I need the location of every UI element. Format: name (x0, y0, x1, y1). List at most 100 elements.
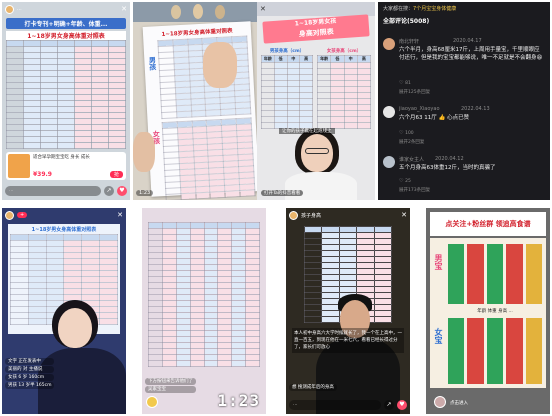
live-tile-bar-chart-poster[interactable]: 点关注+粉丝群 领追高食谱 男宝 女宝 年龄 体重 身高 ... 点击进入 (426, 208, 550, 414)
table-cell (191, 110, 207, 118)
table-cell (6, 142, 24, 149)
heart-icon[interactable]: ♥ (397, 400, 407, 410)
color-column (525, 244, 543, 304)
comment-item: 谁家女主人 2020.04.12 五个月身高63体重12斤，当时的真骗了 ♡ 2… (383, 156, 545, 198)
expand-replies[interactable]: 展开125条回复 (399, 89, 430, 95)
comment-author[interactable]: 谁家女主人 (399, 156, 424, 163)
search-suggestion[interactable]: 大家都在搜：7个月宝宝身体健康 (383, 5, 545, 12)
color-column (467, 318, 484, 384)
table-cell (203, 360, 219, 367)
girl-columns (448, 318, 543, 384)
profile-link[interactable]: 打开Ta的抖音看看 (261, 190, 304, 196)
comments-panel: 大家都在搜：7个月宝宝身体健康 全部评论(5008) 南北轩轩 2020.04.… (378, 2, 550, 200)
table-header-row: 年龄低中高 (316, 55, 372, 63)
comment-likes[interactable]: ♡ 25 (399, 178, 411, 184)
table-cell (195, 192, 211, 199)
table-header-row: 年龄低中高 (261, 55, 313, 63)
table-title: 1~18岁男女身高体重对照表 (31, 227, 97, 233)
host-name: ... (17, 6, 22, 12)
column-header: 年龄 (316, 55, 332, 63)
close-icon[interactable]: ✕ (121, 5, 127, 13)
buy-button[interactable]: 抢 (109, 171, 123, 178)
comment-bar: … ↗ ♥ (5, 185, 127, 197)
share-icon[interactable]: ↗ (384, 400, 394, 410)
comment-text: 五个月身高63体重12斤，当时的真骗了 (399, 165, 496, 171)
avatar[interactable] (383, 156, 395, 168)
table-cell (161, 111, 177, 119)
close-icon[interactable]: ✕ (260, 5, 266, 13)
comment-text: 六个半月，身高68厘米17斤，上周用手量宝，千里顺眼应付还行，但是我的宝宝都能够… (399, 47, 543, 61)
avatar[interactable] (383, 106, 395, 118)
comment-author[interactable]: 南北轩轩 (399, 38, 419, 45)
color-column (448, 318, 465, 384)
expand-replies[interactable]: 展开2条回复 (399, 139, 424, 145)
table-cell (235, 107, 251, 115)
comment-input[interactable]: … (5, 186, 101, 196)
comment-likes[interactable]: ♡ 81 (399, 80, 411, 86)
background-shelf (133, 2, 267, 22)
table-row (6, 142, 126, 149)
search-suggestion-link[interactable]: 7个月宝宝身体健康 (413, 6, 456, 12)
share-icon[interactable]: ↗ (104, 186, 114, 196)
comment-date: 2022.04.13 (461, 106, 490, 112)
avatar[interactable] (146, 396, 158, 408)
chat-line: 下方按钮来告诉他们了 (145, 378, 196, 385)
table-cell (40, 142, 58, 149)
expand-replies[interactable]: 展开173条回复 (399, 187, 430, 193)
avatar[interactable] (5, 4, 14, 14)
table-cell (108, 142, 126, 149)
boy-columns (448, 244, 543, 304)
table-cell (217, 360, 233, 367)
table-title: 1~18岁男女身高体重对照表 (6, 31, 126, 40)
girl-header: 女孩身高（cm） (326, 49, 362, 54)
height-weight-table (148, 222, 260, 367)
avatar[interactable] (289, 210, 298, 220)
hand (133, 132, 155, 172)
close-icon[interactable]: ✕ (117, 211, 123, 219)
host-woman (38, 300, 126, 414)
color-column (486, 244, 504, 304)
live-tile-paper-chart[interactable]: 1~18岁男女身高体重对照表 男孩 女孩 1:23 (133, 2, 267, 200)
table-cell (261, 122, 275, 129)
product-price: ¥39.9 (33, 171, 52, 178)
avatar[interactable] (434, 396, 446, 408)
color-column (448, 244, 465, 304)
avatar[interactable] (5, 210, 14, 220)
comment-author[interactable]: jiaoyao_Xiaoyao (399, 106, 440, 112)
host-name: 孩子身高 (301, 212, 322, 219)
promo-banner: 打卡专刊+明确+年龄、体重... (6, 18, 126, 29)
follow-button[interactable]: + (17, 212, 28, 218)
table-cell (231, 360, 247, 367)
gift-icon[interactable]: ♥ (117, 186, 127, 196)
video-time: 1:23 (136, 190, 154, 196)
comment-input[interactable]: … (289, 400, 381, 410)
enter-link[interactable]: 点击进入 (450, 400, 468, 406)
table-cell (165, 193, 182, 200)
column-header: 年龄 (261, 55, 275, 63)
poster-body: 男宝 女宝 年龄 体重 身高 ... (430, 238, 546, 388)
comment-likes[interactable]: ♡ 100 (399, 130, 414, 136)
table-cell (245, 360, 260, 367)
live-tile-host-chart[interactable]: ✕ 1~18岁男女孩 身高对照表 男孩身高（cm） 女孩身高（cm） 年龄低中高… (257, 2, 375, 200)
product-title: 适合早孕期宝宝吃 身长 成长 (33, 155, 90, 160)
avatar[interactable] (383, 38, 395, 50)
table-row (148, 360, 260, 367)
table-cell (91, 142, 109, 149)
close-icon[interactable]: ✕ (401, 211, 407, 219)
product-card[interactable]: 适合早孕期宝宝吃 身长 成长 ¥39.9 抢 (6, 152, 126, 180)
live-tile-host-man[interactable]: 孩子身高 ✕ 本人初中身高六大学时候就长了，我一个在上高中，一直一百五，到现在他… (286, 208, 410, 414)
table-cell (210, 191, 226, 199)
height-weight-table (6, 40, 126, 149)
live-tile-height-chart-1[interactable]: ... ✕ 打卡专刊+明确+年龄、体重... 1~18岁男女身高体重对照表 适合… (2, 2, 130, 200)
chat-line: 美丽的 对 主播说 (5, 366, 55, 373)
column-header: 高 (299, 55, 313, 63)
boy-table: 年龄低中高 (261, 55, 313, 129)
live-tile-colorful-chart[interactable]: 下方按钮来告诉他们了 吴家宝宝 1:23 (142, 208, 266, 414)
paper-sheet: 1~18岁男女身高体重对照表 男孩 女孩 (142, 21, 260, 200)
comment-date: 2020.04.17 (453, 38, 482, 44)
color-column (506, 318, 523, 384)
table-cell (180, 192, 196, 200)
live-tile-host-woman-chart[interactable]: + ✕ 1~18岁男女身高体重对照表 文字 正在发表中 美丽的 对 主播说 女孩… (2, 208, 126, 414)
comment-item: jiaoyao_Xiaoyao 2022.04.13 六个月63 11厅 👍 心… (383, 106, 545, 150)
table-cell (57, 142, 75, 149)
